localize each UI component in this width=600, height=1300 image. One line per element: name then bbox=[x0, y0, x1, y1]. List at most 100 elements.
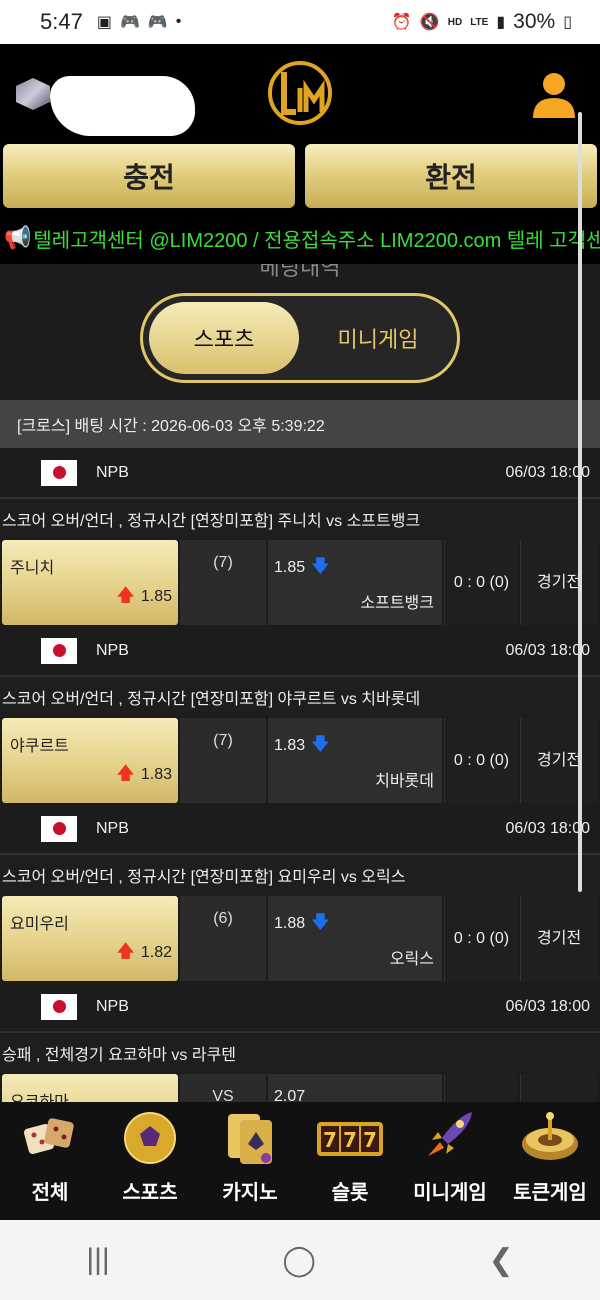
redacted-username bbox=[50, 76, 195, 136]
league-row: NPB 06/03 18:00 bbox=[0, 448, 600, 498]
cards-icon bbox=[228, 1114, 272, 1164]
match-list: NPB 06/03 18:00 스코어 오버/언더 , 정규시간 [연장미포함]… bbox=[0, 448, 600, 1102]
nav-minigame[interactable]: 미니게임 bbox=[400, 1102, 500, 1220]
bottom-nav: 전체 스포츠 카지노 7 7 7 슬롯 미니게임 토큰게임 bbox=[0, 1102, 600, 1220]
tab-minigame[interactable]: 미니게임 bbox=[303, 302, 453, 374]
rank-badge-icon bbox=[16, 78, 50, 110]
bet-history-panel: 베팅내역 스포츠 미니게임 [크로스] 배팅 시간 : 2026-06-03 오… bbox=[0, 264, 600, 1102]
home-odds-button[interactable]: 주니치 🡅 1.85 bbox=[2, 540, 178, 625]
wallet-actions: 충전 환전 bbox=[0, 142, 600, 212]
arrow-up-icon: 🡅 bbox=[116, 585, 135, 605]
league-row: NPB 06/03 18:00 bbox=[0, 804, 600, 854]
app-header bbox=[0, 44, 600, 142]
handicap-line: (7) bbox=[180, 718, 266, 803]
page-title: 베팅내역 bbox=[259, 264, 341, 280]
status-bar: 5:47 ▣ 🎮 🎮 • ⏰ 🔇 HD LTE ▮ 30% ▯ bbox=[0, 0, 600, 44]
tab-sports[interactable]: 스포츠 bbox=[149, 302, 299, 374]
away-team: 소프트뱅크 bbox=[360, 595, 434, 612]
odds-row: 야쿠르트 🡅 1.83 (7) 1.83 🡇 치바롯데 0 : 0 (0) 경기전 bbox=[0, 717, 600, 804]
home-odds-button[interactable]: 요코하마 1.66 bbox=[2, 1074, 178, 1102]
league-name: NPB bbox=[96, 819, 129, 837]
nav-label: 슬롯 bbox=[331, 1182, 369, 1204]
match-score: 0 : 0 (0) bbox=[444, 540, 518, 625]
away-odd-wrap: 1.85 🡇 bbox=[274, 554, 330, 584]
match-status: 경기전 bbox=[520, 896, 598, 981]
away-odds-button[interactable]: 1.88 🡇 오릭스 bbox=[268, 896, 442, 981]
market-title: 승패 , 전체경기 요코하마 vs 라쿠텐 bbox=[0, 1032, 600, 1073]
market-title: 스코어 오버/언더 , 정규시간 [연장미포함] 주니치 vs 소프트뱅크 bbox=[0, 498, 600, 539]
home-team: 야쿠르트 bbox=[10, 738, 69, 755]
match-status: 경기전 bbox=[520, 1074, 598, 1102]
svg-text:7: 7 bbox=[323, 1128, 337, 1152]
lim-logo[interactable] bbox=[262, 58, 338, 128]
deposit-button[interactable]: 충전 bbox=[3, 144, 295, 208]
home-odds-button[interactable]: 요미우리 🡅 1.82 bbox=[2, 896, 178, 981]
nav-label: 토큰게임 bbox=[513, 1182, 587, 1204]
roulette-icon bbox=[522, 1112, 578, 1160]
away-odd: 1.88 bbox=[274, 915, 306, 932]
arrow-down-icon: 🡇 bbox=[311, 912, 330, 932]
handicap-line: (7) bbox=[180, 540, 266, 625]
odds-row: 요코하마 1.66 VS 2.07 라쿠텐 0 : 0 경기전 bbox=[0, 1073, 600, 1102]
back-icon[interactable]: ❮ bbox=[489, 1243, 514, 1278]
home-odd: 1.83 bbox=[140, 766, 172, 783]
away-odds-button[interactable]: 1.85 🡇 소프트뱅크 bbox=[268, 540, 442, 625]
nav-label: 스포츠 bbox=[122, 1182, 178, 1204]
market-title: 스코어 오버/언더 , 정규시간 [연장미포함] 요미우리 vs 오릭스 bbox=[0, 854, 600, 895]
away-odd: 2.07 bbox=[274, 1088, 306, 1102]
nav-casino[interactable]: 카지노 bbox=[200, 1102, 300, 1220]
nav-slot[interactable]: 7 7 7 슬롯 bbox=[300, 1102, 400, 1220]
league-row: NPB 06/03 18:00 bbox=[0, 626, 600, 676]
handicap-line: (6) bbox=[180, 896, 266, 981]
svg-text:7: 7 bbox=[343, 1128, 357, 1152]
nav-label: 카지노 bbox=[222, 1182, 278, 1204]
league-name: NPB bbox=[96, 463, 129, 481]
nav-token-game[interactable]: 토큰게임 bbox=[500, 1102, 600, 1220]
handicap-line: VS bbox=[180, 1074, 266, 1102]
home-team: 요코하마 bbox=[10, 1088, 69, 1102]
arrow-down-icon: 🡇 bbox=[311, 556, 330, 576]
dot-icon: • bbox=[175, 13, 182, 30]
home-icon[interactable]: ◯ bbox=[282, 1243, 316, 1278]
signal-icon: ▮ bbox=[496, 14, 506, 31]
league-name: NPB bbox=[96, 641, 129, 659]
away-odd-wrap: 2.07 bbox=[274, 1088, 305, 1102]
scrollbar[interactable] bbox=[578, 112, 582, 892]
away-odd-wrap: 1.88 🡇 bbox=[274, 910, 330, 940]
home-odd-wrap: 🡅 1.83 bbox=[116, 761, 172, 791]
home-odds-button[interactable]: 야쿠르트 🡅 1.83 bbox=[2, 718, 178, 803]
match-score: 0 : 0 (0) bbox=[444, 718, 518, 803]
home-odd-wrap: 🡅 1.85 bbox=[116, 583, 172, 613]
dice-icon bbox=[23, 1118, 74, 1155]
away-odd-wrap: 1.83 🡇 bbox=[274, 732, 330, 762]
home-odd: 1.85 bbox=[140, 588, 172, 605]
away-odds-button[interactable]: 2.07 라쿠텐 bbox=[268, 1074, 442, 1102]
gamepad-icon: 🎮 bbox=[147, 14, 168, 31]
image-icon: ▣ bbox=[96, 14, 112, 31]
rocket-icon bbox=[428, 1112, 472, 1156]
recent-apps-icon[interactable]: ||| bbox=[86, 1243, 109, 1277]
battery-percent: 30% bbox=[513, 10, 556, 33]
nav-all[interactable]: 전체 bbox=[0, 1102, 100, 1220]
match-score: 0 : 0 (0) bbox=[444, 896, 518, 981]
away-odd: 1.85 bbox=[274, 559, 306, 576]
away-odd: 1.83 bbox=[274, 737, 306, 754]
league-row: NPB 06/03 18:00 bbox=[0, 982, 600, 1032]
slot-777-icon: 7 7 7 bbox=[317, 1122, 383, 1156]
user-icon[interactable] bbox=[530, 70, 578, 120]
system-nav-bar: ||| ◯ ❮ bbox=[0, 1220, 600, 1300]
svg-text:7: 7 bbox=[363, 1128, 377, 1152]
withdraw-button[interactable]: 환전 bbox=[305, 144, 597, 208]
nav-label: 전체 bbox=[31, 1182, 69, 1204]
nav-sports[interactable]: 스포츠 bbox=[100, 1102, 200, 1220]
lte-icon: LTE bbox=[470, 16, 489, 28]
league-name: NPB bbox=[96, 997, 129, 1015]
away-odds-button[interactable]: 1.83 🡇 치바롯데 bbox=[268, 718, 442, 803]
category-toggle: 스포츠 미니게임 bbox=[140, 293, 460, 383]
clock: 5:47 bbox=[40, 9, 83, 34]
japan-flag-icon bbox=[41, 459, 77, 486]
match-status: 경기전 bbox=[520, 718, 598, 803]
home-team: 주니치 bbox=[10, 560, 55, 577]
arrow-up-icon: 🡅 bbox=[116, 941, 135, 961]
arrow-up-icon: 🡅 bbox=[116, 763, 135, 783]
